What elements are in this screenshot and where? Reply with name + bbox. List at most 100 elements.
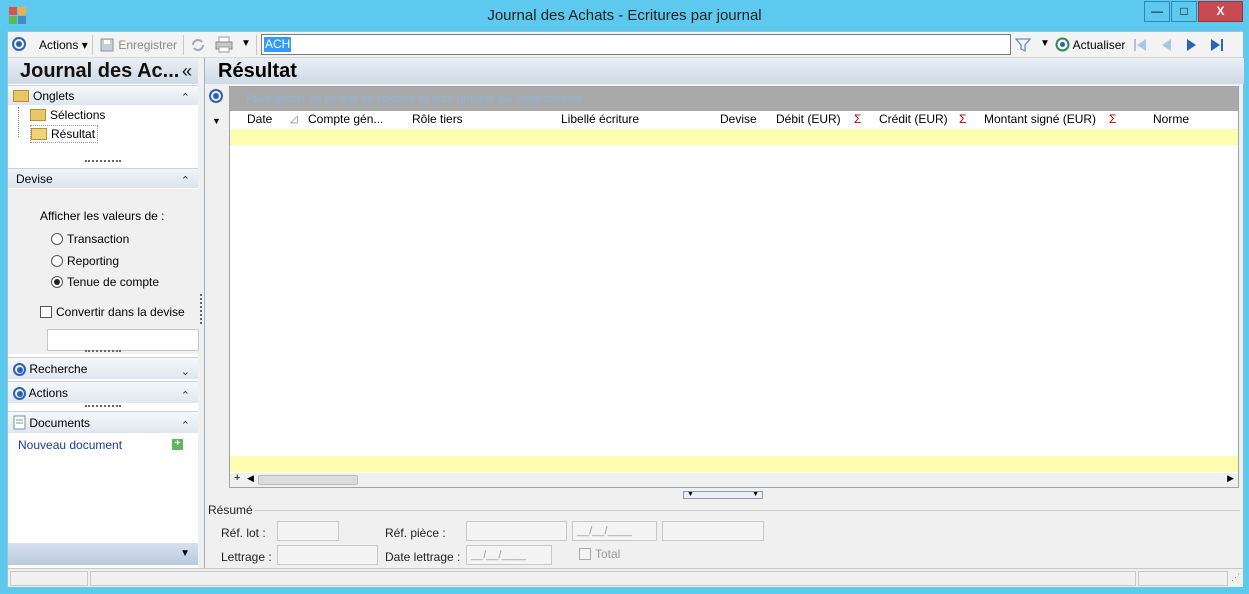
splitter-grip[interactable] <box>85 350 121 353</box>
lettrage-label: Lettrage : <box>221 550 272 564</box>
lettrage-field[interactable] <box>277 545 378 565</box>
status-cell <box>1138 571 1228 586</box>
actions-menu[interactable]: Actions ▾ <box>39 36 88 54</box>
chevron-up-icon: ⌃ <box>180 92 190 104</box>
filter-icon[interactable] <box>1015 37 1031 53</box>
radio-transaction[interactable]: Transaction <box>51 232 129 246</box>
last-record-icon[interactable] <box>1210 38 1224 52</box>
extra-field[interactable] <box>662 521 764 541</box>
first-record-icon[interactable] <box>1133 38 1147 52</box>
splitter-grip[interactable] <box>85 405 121 408</box>
radio-circle <box>51 255 63 267</box>
next-record-icon[interactable] <box>1185 38 1199 52</box>
column-header-label[interactable]: Libellé écriture <box>561 111 639 128</box>
close-button[interactable]: X <box>1198 1 1243 22</box>
print-icon[interactable] <box>215 36 233 53</box>
sum-icon[interactable]: Σ <box>854 111 861 128</box>
main-area: Résultat ▼ Faire glisser un en-tête de c… <box>204 58 1244 587</box>
down-arrow-icon: ▼ <box>687 491 694 498</box>
tab-selections[interactable]: Sélections <box>30 107 105 123</box>
column-header-debit[interactable]: Débit (EUR) <box>776 111 841 128</box>
currency-section-header[interactable]: Devise ⌃ <box>8 168 198 188</box>
close-icon: X <box>1216 4 1225 18</box>
maximize-icon: □ <box>1180 4 1188 18</box>
sync-icon[interactable] <box>190 37 206 53</box>
left-panel-footer: ▼ <box>8 543 198 565</box>
sort-indicator-icon: ◿ <box>290 114 298 125</box>
down-arrow-icon: ▼ <box>752 491 759 498</box>
piece-date-field[interactable]: __/__/____ <box>572 521 657 541</box>
column-header-date[interactable]: Date <box>247 111 272 128</box>
collapse-panel-icon[interactable]: « <box>182 58 192 84</box>
summary-title: Résumé <box>208 503 253 517</box>
toolbar-separator <box>256 35 257 55</box>
column-header-norm[interactable]: Norme <box>1153 111 1189 128</box>
grid-column-chooser-icon[interactable]: ▼ <box>212 116 221 126</box>
document-icon <box>13 415 26 430</box>
currency-section-title: Devise <box>16 172 53 186</box>
splitter-grip[interactable] <box>200 294 202 324</box>
resize-grip-icon[interactable]: ⋰ <box>1231 572 1240 583</box>
currency-select[interactable] <box>47 329 199 351</box>
tab-result[interactable]: Résultat <box>30 125 99 143</box>
convert-checkbox[interactable]: Convertir dans la devise <box>40 305 185 319</box>
maximize-button[interactable]: □ <box>1171 1 1197 22</box>
documents-section-title: Documents <box>29 416 91 430</box>
expand-plus-icon[interactable]: + <box>234 472 240 484</box>
radio-account[interactable]: Tenue de compte <box>51 275 159 289</box>
filter-row[interactable] <box>230 129 1238 145</box>
search-input[interactable]: ACH <box>261 34 1011 55</box>
scroll-right-icon[interactable]: ▶ <box>1227 473 1234 484</box>
column-header-currency[interactable]: Devise <box>720 111 757 128</box>
tabs-section-header[interactable]: Onglets ⌃ <box>8 85 198 105</box>
save-button[interactable]: Enregistrer <box>100 36 177 54</box>
scroll-thumb[interactable] <box>258 475 358 485</box>
total-checkbox-label: Total <box>595 547 621 561</box>
actions-section-icon <box>13 387 26 400</box>
date-lettrage-field[interactable]: __/__/____ <box>466 545 552 565</box>
search-section-header[interactable]: Recherche ⌄ <box>8 357 198 379</box>
column-header-account[interactable]: Compte gén... <box>308 111 383 128</box>
minimize-button[interactable]: — <box>1144 1 1170 22</box>
ref-lot-field[interactable] <box>277 521 339 541</box>
nav-circle-icon[interactable] <box>12 37 26 51</box>
group-by-area[interactable]: Faire glisser un en-tête de colonne ici … <box>230 87 1238 111</box>
radio-circle <box>51 233 63 245</box>
filter-dropdown-icon[interactable]: ▼ <box>1040 38 1050 49</box>
chevron-up-icon: ⌃ <box>180 175 190 187</box>
radio-transaction-label: Transaction <box>67 232 130 246</box>
column-header-signed-amount[interactable]: Montant signé (EUR) <box>984 111 1096 128</box>
splitter-grip[interactable] <box>85 160 121 163</box>
add-icon[interactable]: + <box>172 439 183 450</box>
actions-section-header[interactable]: Actions ⌃ <box>8 381 198 403</box>
scroll-left-icon[interactable]: ◀ <box>247 473 254 484</box>
horizontal-scrollbar[interactable]: + ◀ ▶ <box>230 472 1238 487</box>
sum-icon[interactable]: Σ <box>1109 111 1116 128</box>
refresh-button[interactable]: Actualiser <box>1055 36 1125 54</box>
radio-reporting-label: Reporting <box>67 254 120 268</box>
ref-piece-label: Réf. pièce : <box>385 526 446 540</box>
grid-options-icon[interactable] <box>209 89 223 103</box>
sum-icon[interactable]: Σ <box>959 111 966 128</box>
toolbar-separator <box>183 35 184 55</box>
tab-result-label: Résultat <box>51 127 96 141</box>
date-lettrage-placeholder: __/__/____ <box>471 549 527 561</box>
documents-section-header[interactable]: Documents ⌃ <box>8 411 198 433</box>
radio-reporting[interactable]: Reporting <box>51 254 119 268</box>
total-checkbox[interactable]: Total <box>579 547 620 561</box>
previous-record-icon[interactable] <box>1159 38 1173 52</box>
convert-checkbox-label: Convertir dans la devise <box>56 305 185 319</box>
result-grid: Faire glisser un en-tête de colonne ici … <box>229 86 1239 488</box>
new-document-link[interactable]: Nouveau document <box>18 438 122 452</box>
open-folder-icon <box>31 128 47 140</box>
left-panel-title-text: Journal des Ac... <box>20 60 180 82</box>
ref-piece-field[interactable] <box>466 521 567 541</box>
splitter-handle[interactable]: ▼ ▼ <box>683 491 763 499</box>
left-panel: Journal des Ac... « Onglets ⌃ Sélections… <box>8 58 202 587</box>
print-dropdown-icon[interactable]: ▼ <box>241 38 251 49</box>
chevron-down-icon: ⌄ <box>180 366 190 378</box>
save-label: Enregistrer <box>118 38 178 52</box>
column-header-credit[interactable]: Crédit (EUR) <box>879 111 948 128</box>
expand-down-icon[interactable]: ▼ <box>180 548 190 559</box>
column-header-role[interactable]: Rôle tiers <box>412 111 463 128</box>
